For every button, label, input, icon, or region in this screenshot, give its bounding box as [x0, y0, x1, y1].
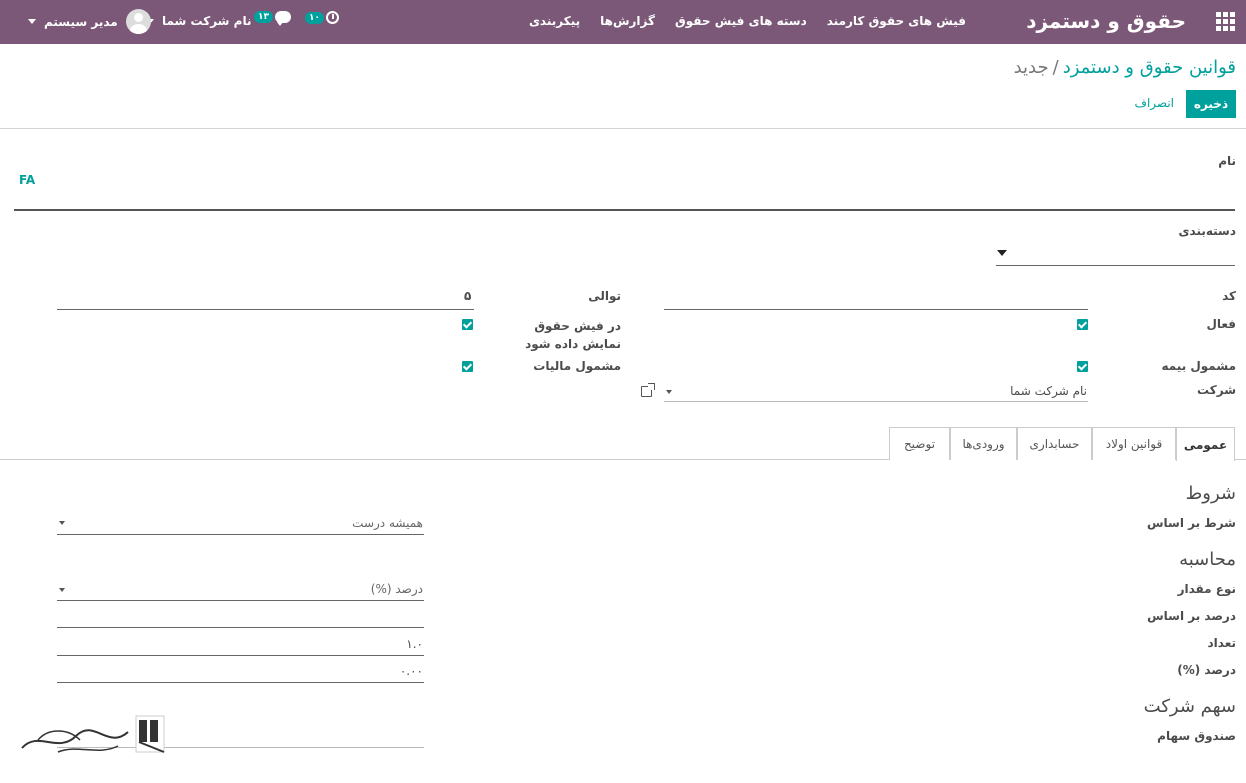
amount-type-value: درصد (%): [370, 582, 423, 596]
translate-button[interactable]: FA: [19, 173, 35, 187]
watermark-logo: [21, 715, 165, 753]
code-label: کد: [1222, 289, 1236, 303]
avatar: [125, 9, 151, 34]
tab-general[interactable]: عمومی: [1176, 427, 1235, 461]
menu-employee-payslips[interactable]: فیش های حقوق کارمند: [827, 14, 966, 28]
save-button[interactable]: ذخیره: [1186, 90, 1236, 118]
quantity-input[interactable]: [57, 655, 424, 656]
name-label: نام: [1218, 154, 1236, 168]
breadcrumb: قوانین حقوق و دستمزد/جدید: [1014, 57, 1236, 78]
sequence-input[interactable]: [57, 309, 474, 310]
conditions-title: شروط: [1185, 483, 1236, 504]
amount-type-label: نوع مقدار: [1177, 582, 1236, 596]
clock-icon: [326, 11, 339, 24]
company-value: نام شرکت شما: [1010, 384, 1087, 398]
show-in-payslip-checkbox[interactable]: [462, 319, 473, 330]
company-switcher[interactable]: نام شرکت شما: [146, 14, 251, 28]
tab-children-rules[interactable]: قوانین اولاد: [1092, 427, 1176, 460]
sequence-value: ۵: [464, 289, 472, 303]
sequence-label: توالی: [588, 289, 621, 303]
category-select[interactable]: [996, 265, 1235, 266]
insurance-label: مشمول بیمه: [1161, 359, 1236, 373]
tab-inputs[interactable]: ورودی‌ها: [950, 427, 1017, 460]
quantity-label: تعداد: [1207, 636, 1236, 650]
show-in-payslip-label: در فیش حقوق نمایش داده شود: [525, 319, 621, 351]
name-input[interactable]: [14, 209, 1235, 211]
messages-badge: ۱۳: [254, 11, 273, 23]
percentage-label: درصد (%): [1177, 663, 1236, 677]
top-navbar: حقوق و دستمزد فیش های حقوق کارمند دسته ه…: [0, 0, 1246, 44]
active-checkbox[interactable]: [1077, 319, 1088, 330]
insurance-checkbox[interactable]: [1077, 361, 1088, 372]
chevron-down-icon[interactable]: [666, 390, 672, 394]
apps-grid-icon[interactable]: [1216, 12, 1236, 32]
condition-based-value: همیشه درست: [352, 516, 423, 530]
company-select[interactable]: [664, 401, 1088, 402]
app-brand[interactable]: حقوق و دستمزد: [1026, 9, 1186, 33]
chevron-down-icon[interactable]: [997, 250, 1007, 256]
company-name: نام شرکت شما: [162, 14, 252, 28]
equity-fund-label: صندوق سهام: [1157, 729, 1236, 743]
activities-button[interactable]: ۱۰: [305, 11, 339, 24]
activities-badge: ۱۰: [305, 11, 324, 24]
condition-based-label: شرط بر اساس: [1146, 516, 1236, 530]
tax-label: مشمول مالیات: [533, 359, 621, 373]
control-panel-divider: [0, 128, 1246, 129]
company-label: شرکت: [1197, 383, 1236, 397]
category-label: دسته‌بندی: [1178, 224, 1236, 238]
active-label: فعال: [1206, 317, 1236, 331]
external-link-icon[interactable]: [641, 383, 655, 397]
tab-description[interactable]: توضیح: [889, 427, 950, 460]
menu-reports[interactable]: گزارش‌ها: [600, 14, 655, 28]
tax-checkbox[interactable]: [462, 361, 473, 372]
chevron-down-icon[interactable]: [59, 588, 65, 592]
messages-button[interactable]: ۱۳: [254, 11, 291, 26]
breadcrumb-separator: /: [1052, 57, 1059, 78]
percentage-input[interactable]: [57, 682, 424, 683]
percentage-based-label: درصد بر اساس: [1147, 609, 1236, 623]
amount-type-select[interactable]: [57, 600, 424, 601]
computation-title: محاسبه: [1179, 549, 1236, 570]
discard-button[interactable]: انصراف: [1135, 96, 1174, 110]
main-menu: فیش های حقوق کارمند دسته های فیش حقوق گز…: [529, 14, 966, 28]
menu-configuration[interactable]: پیکربندی: [529, 14, 580, 28]
chat-icon: [275, 11, 291, 26]
chevron-down-icon: [28, 19, 36, 24]
user-name: مدیر سیستم: [44, 14, 118, 29]
quantity-value: ۱.۰: [406, 637, 423, 651]
company-share-title: سهم شرکت: [1143, 696, 1236, 717]
percentage-based-input[interactable]: [57, 627, 424, 628]
code-input[interactable]: [664, 309, 1088, 310]
chevron-down-icon[interactable]: [59, 521, 65, 525]
tab-accounting[interactable]: حسابداری: [1017, 427, 1092, 460]
percentage-value: ۰.۰۰: [399, 664, 423, 678]
breadcrumb-parent[interactable]: قوانین حقوق و دستمزد: [1063, 57, 1236, 78]
menu-payslip-batches[interactable]: دسته های فیش حقوق: [675, 14, 807, 28]
breadcrumb-current: جدید: [1013, 57, 1049, 78]
condition-based-select[interactable]: [57, 534, 424, 535]
user-menu[interactable]: مدیر سیستم: [28, 9, 151, 34]
